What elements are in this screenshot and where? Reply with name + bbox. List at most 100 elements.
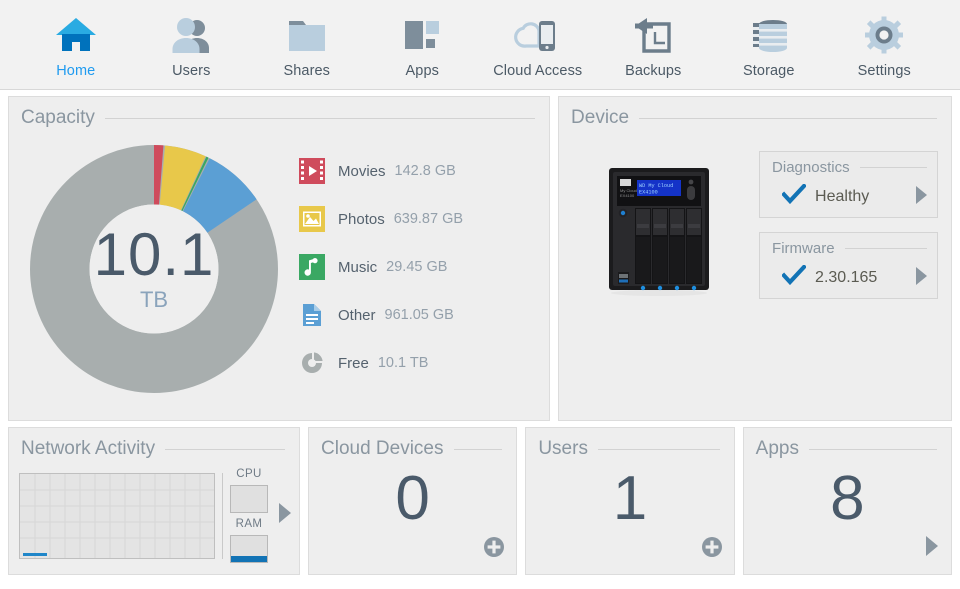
legend-value-music: 29.45 GB — [386, 259, 448, 275]
cpu-label: CPU — [236, 468, 262, 480]
diagnostics-status-row: Healthy — [770, 176, 927, 209]
network-activity-body: CPU RAM — [9, 460, 299, 563]
users-panel-title: Users — [538, 438, 588, 459]
bottom-tile-row: Network Activity CPU RAM Cloud Devices 0… — [4, 421, 956, 575]
title-rule — [453, 448, 503, 450]
film-icon — [299, 158, 325, 184]
ram-gauge[interactable] — [230, 535, 268, 563]
device-status-cards: Diagnostics Healthy Firmware 2.30.165 — [759, 133, 939, 313]
cpu-gauge[interactable] — [230, 485, 268, 513]
document-icon — [299, 302, 325, 328]
ram-label: RAM — [235, 518, 263, 530]
firmware-card[interactable]: Firmware 2.30.165 — [759, 232, 939, 299]
nav-item-home[interactable]: Home — [18, 8, 134, 79]
legend-item-photos[interactable]: Photos 639.87 GB — [299, 195, 463, 243]
legend-item-music[interactable]: Music 29.45 GB — [299, 243, 463, 291]
title-rule — [639, 117, 937, 119]
device-panel-header: Device — [559, 97, 951, 129]
nav-label-users: Users — [172, 63, 211, 79]
users-count: 1 — [612, 464, 648, 533]
capacity-donut-chart[interactable] — [30, 145, 278, 393]
nav-item-shares[interactable]: Shares — [249, 8, 365, 79]
nav-label-cloud-access: Cloud Access — [493, 63, 583, 79]
storage-disks-icon — [747, 12, 791, 58]
svg-text:EX4100: EX4100 — [639, 190, 658, 196]
triangle-right-icon[interactable] — [914, 265, 928, 292]
network-activity-graph[interactable] — [19, 472, 215, 559]
music-icon — [299, 254, 325, 280]
add-icon[interactable] — [701, 536, 723, 563]
legend-item-movies[interactable]: Movies 142.8 GB — [299, 147, 463, 195]
nav-item-cloud-access[interactable]: Cloud Access — [480, 8, 596, 79]
diagnostics-card-header: Diagnostics — [770, 159, 928, 176]
title-rule — [808, 448, 937, 450]
triangle-right-icon[interactable] — [275, 501, 293, 530]
legend-name-music: Music — [338, 258, 378, 276]
cloud-devices-count: 0 — [395, 464, 430, 533]
legend-item-free[interactable]: Free 10.1 TB — [299, 339, 463, 387]
nav-item-storage[interactable]: Storage — [711, 8, 827, 79]
legend-item-other[interactable]: Other 961.05 GB — [299, 291, 463, 339]
nav-label-shares: Shares — [283, 63, 331, 79]
network-activity-header: Network Activity — [9, 428, 299, 460]
main-navigation: Home Users Shares Apps Cloud Access Back… — [0, 0, 960, 90]
top-panel-row: Capacity 10.1 TB Movies 142.8 GB Photos … — [4, 96, 956, 421]
users-panel-header: Users — [526, 428, 733, 460]
device-panel: Device My Cloud EX4100 WD My Cloud EX410… — [558, 96, 952, 421]
firmware-version: 2.30.165 — [815, 268, 878, 286]
network-activity-panel: Network Activity CPU RAM — [8, 427, 300, 575]
title-rule — [597, 448, 720, 450]
capacity-title: Capacity — [21, 107, 95, 128]
users-panel: Users 1 — [525, 427, 735, 575]
svg-text:WD My Cloud: WD My Cloud — [639, 183, 673, 189]
legend-value-photos: 639.87 GB — [393, 211, 464, 227]
capacity-donut-wrap: 10.1 TB — [9, 137, 299, 393]
diagnostics-status: Healthy — [815, 187, 870, 205]
folder-icon — [285, 12, 329, 58]
firmware-card-header: Firmware — [770, 240, 928, 257]
legend-name-other: Other — [338, 306, 376, 324]
diagnostics-title: Diagnostics — [772, 159, 850, 176]
diagnostics-card[interactable]: Diagnostics Healthy — [759, 151, 939, 218]
apps-panel-title: Apps — [755, 438, 799, 459]
legend-name-movies: Movies — [338, 162, 386, 180]
nav-label-settings: Settings — [857, 63, 911, 79]
check-icon — [781, 264, 808, 290]
home-icon — [55, 12, 97, 58]
ram-gauge-fill — [231, 555, 267, 562]
panel-divider — [222, 472, 223, 559]
backup-arrow-icon — [631, 12, 675, 58]
pie-icon — [299, 350, 325, 376]
apps-count: 8 — [830, 464, 865, 533]
nav-label-backups: Backups — [625, 63, 682, 79]
nav-item-backups[interactable]: Backups — [596, 8, 712, 79]
picture-icon — [299, 206, 325, 232]
firmware-version-row: 2.30.165 — [770, 257, 927, 290]
apps-grid-icon — [401, 12, 443, 58]
apps-panel-header: Apps — [744, 428, 951, 460]
check-icon — [781, 183, 808, 209]
title-rule — [165, 448, 285, 450]
nav-label-storage: Storage — [743, 63, 795, 79]
nav-label-apps: Apps — [405, 63, 439, 79]
nav-item-apps[interactable]: Apps — [365, 8, 481, 79]
nav-label-home: Home — [56, 63, 96, 79]
apps-panel: Apps 8 — [742, 427, 952, 575]
triangle-right-icon[interactable] — [924, 534, 940, 563]
title-rule — [104, 117, 536, 119]
capacity-body: 10.1 TB Movies 142.8 GB Photos 639.87 GB… — [9, 129, 549, 393]
resource-gauges: CPU RAM — [230, 468, 268, 563]
capacity-panel: Capacity 10.1 TB Movies 142.8 GB Photos … — [8, 96, 551, 421]
triangle-right-icon[interactable] — [914, 184, 928, 211]
add-icon[interactable] — [483, 536, 505, 563]
users-icon — [169, 12, 213, 58]
network-activity-title: Network Activity — [21, 438, 156, 459]
legend-value-free: 10.1 TB — [377, 355, 429, 371]
gear-icon — [862, 12, 906, 58]
device-body: My Cloud EX4100 WD My Cloud EX4100 Diagn… — [559, 129, 951, 313]
svg-text:EX4100: EX4100 — [620, 193, 635, 198]
cloud-devices-title: Cloud Devices — [321, 438, 444, 459]
dashboard-content: Capacity 10.1 TB Movies 142.8 GB Photos … — [0, 90, 960, 579]
nav-item-users[interactable]: Users — [134, 8, 250, 79]
nav-item-settings[interactable]: Settings — [827, 8, 943, 79]
